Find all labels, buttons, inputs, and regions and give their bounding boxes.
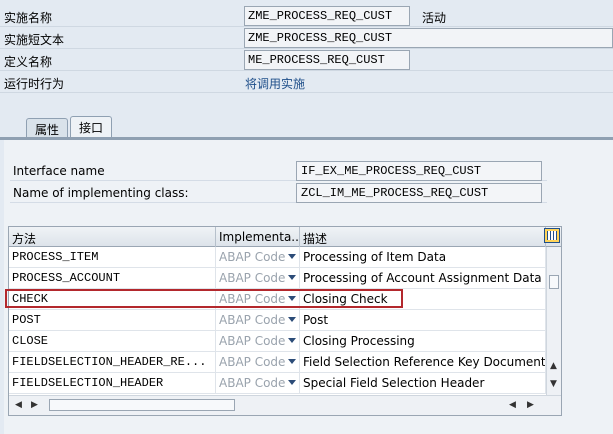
definition-name-row: 定义名称 ME_PROCESS_REQ_CUST xyxy=(0,49,613,71)
impl-name-label: 实施名称 xyxy=(4,11,53,25)
dropdown-arrow-icon[interactable] xyxy=(288,380,296,385)
dropdown-arrow-icon[interactable] xyxy=(288,359,296,364)
impl-name-field[interactable]: ZME_PROCESS_REQ_CUST xyxy=(244,6,410,26)
runtime-behavior-row: 运行时行为 将调用实施 xyxy=(0,71,613,93)
tab-interface-label: 接口 xyxy=(79,121,104,135)
implementation-label: ABAP Code xyxy=(219,376,286,390)
method-cell[interactable]: FIELDSELECTION_HEADER xyxy=(9,373,216,394)
implementation-label: ABAP Code xyxy=(219,334,286,348)
interface-name-field[interactable]: IF_EX_ME_PROCESS_REQ_CUST xyxy=(296,161,542,181)
check-row-highlight xyxy=(5,289,403,308)
impl-short-text-row: 实施短文本 ZME_PROCESS_REQ_CUST xyxy=(0,27,613,49)
runtime-behavior-value: 将调用实施 xyxy=(245,77,306,91)
implementation-label: ABAP Code xyxy=(219,355,286,369)
table-row[interactable]: PROCESS_ACCOUNT ABAP Code Processing of … xyxy=(9,268,546,289)
description-cell[interactable]: Processing of Item Data xyxy=(300,247,546,268)
implementation-cell[interactable]: ABAP Code xyxy=(216,310,300,331)
implementation-label: ABAP Code xyxy=(219,313,286,327)
tab-attributes[interactable]: 属性 xyxy=(26,118,69,138)
impl-class-field[interactable]: ZCL_IM_ME_PROCESS_REQ_CUST xyxy=(296,183,542,203)
vertical-scrollbar[interactable]: ▲ ▼ xyxy=(546,247,561,395)
implementation-cell[interactable]: ABAP Code xyxy=(216,373,300,394)
table-row[interactable]: FIELDSELECTION_HEADER ABAP Code Special … xyxy=(9,373,546,394)
horizontal-scrollbar[interactable]: ◀ ▶ ◀ ▶ xyxy=(9,395,561,415)
method-cell[interactable]: FIELDSELECTION_HEADER_RE... xyxy=(9,352,216,373)
table-row[interactable]: POST ABAP Code Post xyxy=(9,310,546,331)
implementation-cell[interactable]: ABAP Code xyxy=(216,268,300,289)
interface-name-row: Interface name IF_EX_ME_PROCESS_REQ_CUST xyxy=(10,160,547,181)
scroll-right-icon[interactable]: ▶ xyxy=(31,400,38,410)
runtime-behavior-label: 运行时行为 xyxy=(4,77,65,91)
implementation-label: ABAP Code xyxy=(219,271,286,285)
description-cell[interactable]: Processing of Account Assignment Data xyxy=(300,268,546,289)
table-header: 方法 Implementa... 描述 xyxy=(9,227,561,247)
impl-short-text-label: 实施短文本 xyxy=(4,33,65,47)
table-row[interactable]: PROCESS_ITEM ABAP Code Processing of Ite… xyxy=(9,247,546,268)
tab-attributes-label: 属性 xyxy=(35,123,60,137)
implementation-cell[interactable]: ABAP Code xyxy=(216,331,300,352)
description-cell[interactable]: Field Selection Reference Key Document H… xyxy=(300,352,546,373)
tab-bar: 属性 接口 xyxy=(0,110,613,138)
description-cell[interactable]: Closing Processing xyxy=(300,331,546,352)
scroll-left-icon[interactable]: ◀ xyxy=(15,400,22,410)
tab-interface[interactable]: 接口 xyxy=(70,116,113,138)
scroll-left-icon[interactable]: ◀ xyxy=(509,400,516,410)
method-cell[interactable]: CLOSE xyxy=(9,331,216,352)
implementation-cell[interactable]: ABAP Code xyxy=(216,352,300,373)
method-cell[interactable]: POST xyxy=(9,310,216,331)
implementation-label: ABAP Code xyxy=(219,250,286,264)
impl-short-text-field[interactable]: ZME_PROCESS_REQ_CUST xyxy=(244,28,613,48)
impl-class-row: Name of implementing class: ZCL_IM_ME_PR… xyxy=(10,182,547,203)
impl-status-text: 活动 xyxy=(422,11,447,25)
dropdown-arrow-icon[interactable] xyxy=(288,254,296,259)
description-cell[interactable]: Special Field Selection Header xyxy=(300,373,546,394)
implementation-cell[interactable]: ABAP Code xyxy=(216,247,300,268)
method-cell[interactable]: PROCESS_ACCOUNT xyxy=(9,268,216,289)
method-cell[interactable]: PROCESS_ITEM xyxy=(9,247,216,268)
horizontal-scroll-thumb[interactable] xyxy=(49,399,235,411)
impl-class-label: Name of implementing class: xyxy=(13,186,189,200)
dropdown-arrow-icon[interactable] xyxy=(288,317,296,322)
definition-name-label: 定义名称 xyxy=(4,55,53,69)
table-row[interactable]: FIELDSELECTION_HEADER_RE... ABAP Code Fi… xyxy=(9,352,546,373)
definition-name-field[interactable]: ME_PROCESS_REQ_CUST xyxy=(244,50,410,70)
dropdown-arrow-icon[interactable] xyxy=(288,338,296,343)
table-row[interactable]: CLOSE ABAP Code Closing Processing xyxy=(9,331,546,352)
scroll-down-icon[interactable]: ▼ xyxy=(550,379,557,389)
table-settings-icon[interactable] xyxy=(544,228,560,243)
dropdown-arrow-icon[interactable] xyxy=(288,275,296,280)
methods-table: 方法 Implementa... 描述 PROCESS_ITEM ABAP Co… xyxy=(8,226,562,416)
scroll-right-icon[interactable]: ▶ xyxy=(527,400,534,410)
vertical-scroll-thumb[interactable] xyxy=(549,275,559,289)
impl-name-row: 实施名称 ZME_PROCESS_REQ_CUST 活动 xyxy=(0,5,613,27)
column-header-method[interactable]: 方法 xyxy=(9,227,216,247)
description-cell[interactable]: Post xyxy=(300,310,546,331)
column-header-implementation[interactable]: Implementa... xyxy=(216,227,300,247)
column-header-description[interactable]: 描述 xyxy=(300,227,546,247)
scroll-up-icon[interactable]: ▲ xyxy=(550,361,557,371)
interface-name-label: Interface name xyxy=(13,164,105,178)
